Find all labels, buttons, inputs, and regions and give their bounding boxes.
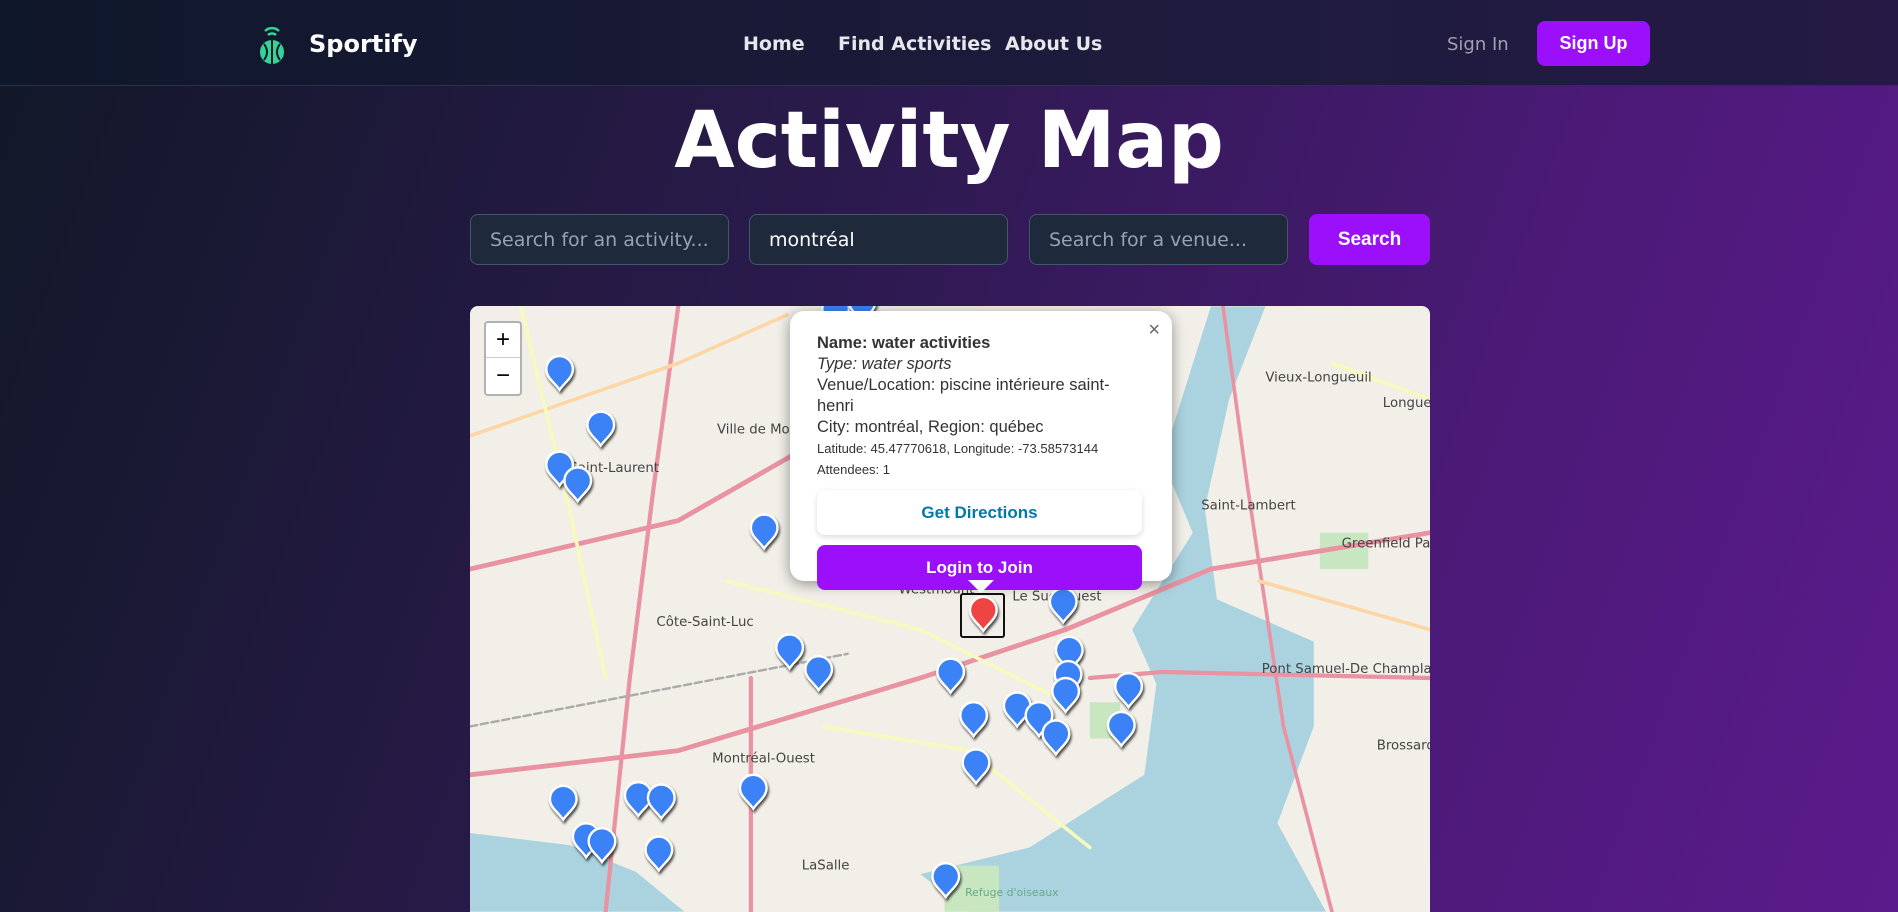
popup-close-button[interactable]: × [1148, 319, 1160, 342]
sign-in-link[interactable]: Sign In [1447, 34, 1509, 55]
map-label: Côte-Saint-Luc [656, 614, 753, 630]
activity-marker[interactable] [545, 354, 575, 393]
get-directions-button[interactable]: Get Directions [817, 490, 1142, 535]
map-label: LaSalle [802, 858, 850, 873]
popup-attendees: Attendees: 1 [817, 462, 890, 477]
page-title: Activity Map [674, 96, 1224, 186]
activity-popup: × Name: water activities Type: water spo… [790, 311, 1172, 593]
activity-marker[interactable] [563, 466, 593, 504]
popup-name: Name: water activities [817, 334, 991, 352]
map-label: Greenfield Park [1342, 536, 1430, 551]
activity-marker[interactable] [804, 655, 834, 693]
popup-venue: Venue/Location: piscine intérieure saint… [817, 376, 1110, 415]
search-button[interactable]: Search [1309, 214, 1430, 265]
zoom-out-button[interactable]: − [486, 358, 520, 393]
activity-marker[interactable] [749, 513, 779, 551]
map-label: Montréal-Ouest [712, 751, 815, 767]
activity-marker[interactable] [1106, 710, 1136, 748]
login-to-join-button[interactable]: Login to Join [817, 545, 1142, 590]
zoom-control: + − [484, 321, 522, 396]
zoom-in-button[interactable]: + [486, 323, 520, 358]
activity-marker[interactable] [548, 784, 578, 822]
activity-marker[interactable] [646, 783, 676, 821]
popup-coordinates: Latitude: 45.47770618, Longitude: -73.58… [817, 441, 1099, 456]
sign-up-button[interactable]: Sign Up [1537, 21, 1650, 66]
activity-marker[interactable] [961, 748, 991, 786]
nav-find-activities[interactable]: Find Activities [838, 33, 991, 55]
activity-marker[interactable] [959, 701, 989, 739]
activity-marker[interactable] [586, 410, 616, 448]
activity-marker[interactable] [1114, 671, 1144, 710]
map-label: Saint-Lambert [1201, 499, 1296, 514]
map-label: Refuge d'oiseaux [965, 886, 1059, 899]
activity-marker[interactable] [936, 657, 966, 695]
map-label: Vieux-Longueuil [1265, 370, 1371, 385]
activity-marker[interactable] [1041, 719, 1071, 757]
popup-city: City: montréal, Region: québec [817, 418, 1044, 436]
selected-marker-outline [960, 593, 1005, 638]
activity-marker[interactable] [1048, 587, 1078, 625]
venue-search-input[interactable] [1029, 214, 1288, 265]
map-label: Longueuil [1383, 396, 1430, 411]
activity-marker[interactable] [644, 835, 674, 873]
sportify-logo-icon[interactable] [257, 22, 287, 66]
popup-type: Type: water sports [817, 355, 952, 373]
navbar: Sportify Home Find Activities About Us S… [0, 0, 1898, 86]
map-label: Brossard [1377, 738, 1430, 753]
map-label: Pont Samuel-De Champlain [1262, 662, 1430, 677]
activity-marker[interactable] [1051, 676, 1081, 715]
nav-home[interactable]: Home [743, 33, 805, 55]
activity-marker[interactable] [738, 773, 768, 811]
brand-name[interactable]: Sportify [309, 30, 418, 58]
city-input[interactable] [749, 214, 1008, 265]
activity-search-input[interactable] [470, 214, 729, 265]
activity-map[interactable]: Ville de Mont-Royal Saint-Laurent Côte-S… [470, 306, 1430, 912]
nav-about-us[interactable]: About Us [1005, 33, 1102, 55]
